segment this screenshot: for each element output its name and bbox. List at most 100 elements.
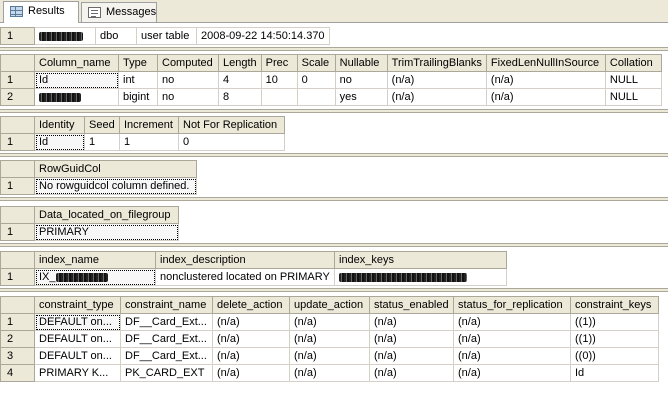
result-separator[interactable] [0,288,668,292]
prec-cell[interactable]: 10 [260,71,298,89]
computed-cell[interactable]: no [157,71,219,89]
status-for-replication-cell[interactable]: (n/a) [453,330,571,348]
status-for-replication-cell[interactable]: (n/a) [453,364,571,382]
increment-cell[interactable]: 1 [119,133,179,151]
result-set-indexes[interactable]: index_name index_description index_keys … [0,251,507,286]
column-name-cell[interactable] [34,88,119,106]
update-action-cell[interactable]: (n/a) [289,330,370,348]
row-number[interactable]: 2 [0,330,35,348]
result-set-identity[interactable]: Identity Seed Increment Not For Replicat… [0,116,285,151]
corner-header[interactable] [0,206,35,224]
col-header-status-for-replication[interactable]: status_for_replication [453,296,571,314]
index-description-cell[interactable]: nonclustered located on PRIMARY [155,268,335,286]
col-header-constraint-type[interactable]: constraint_type [34,296,121,314]
constraint-keys-cell[interactable]: ((1)) [570,313,659,331]
table-row[interactable]: 4 PRIMARY K... PK_CARD_EXT (n/a) (n/a) (… [0,364,659,382]
col-header-index-keys[interactable]: index_keys [334,251,507,269]
index-keys-cell[interactable] [334,268,507,286]
computed-cell[interactable]: no [157,88,219,106]
row-number[interactable]: 1 [0,177,35,195]
col-header-fixed-len-null[interactable]: FixedLenNullInSource [485,54,606,72]
constraint-keys-cell[interactable]: Id [570,364,659,382]
result-set-rowguidcol[interactable]: RowGuidCol 1 No rowguidcol column define… [0,160,197,195]
row-number[interactable]: 1 [0,223,35,241]
corner-header[interactable] [0,251,35,269]
fixed-cell[interactable]: (n/a) [485,88,606,106]
constraint-type-cell[interactable]: DEFAULT on... [34,313,121,331]
type-cell[interactable]: user table [136,27,197,45]
trim-cell[interactable]: (n/a) [386,71,487,89]
col-header-rowguidcol[interactable]: RowGuidCol [34,160,197,178]
scale-cell[interactable] [296,88,336,106]
seed-cell[interactable]: 1 [84,133,120,151]
constraint-type-cell[interactable]: DEFAULT on... [34,347,121,365]
status-for-replication-cell[interactable]: (n/a) [453,313,571,331]
constraint-type-cell[interactable]: PRIMARY K... [34,364,121,382]
corner-header[interactable] [0,54,35,72]
update-action-cell[interactable]: (n/a) [289,313,370,331]
table-row[interactable]: 1 PRIMARY [0,223,179,241]
index-name-cell[interactable]: IX_ [34,268,156,286]
update-action-cell[interactable]: (n/a) [289,347,370,365]
table-row[interactable]: 1 dbo user table 2008-09-22 14:50:14.370 [0,27,330,45]
object-name-cell[interactable] [34,27,96,45]
owner-cell[interactable]: dbo [95,27,137,45]
tab-messages[interactable]: Messages [81,2,157,22]
col-header-index-description[interactable]: index_description [155,251,335,269]
result-separator[interactable] [0,47,668,51]
constraint-keys-cell[interactable]: ((1)) [570,330,659,348]
row-number[interactable]: 1 [0,268,35,286]
identity-cell[interactable]: Id [34,133,85,151]
result-separator[interactable] [0,109,668,113]
created-datetime-cell[interactable]: 2008-09-22 14:50:14.370 [196,27,330,45]
rowguidcol-cell[interactable]: No rowguidcol column defined. [34,177,197,195]
status-enabled-cell[interactable]: (n/a) [369,313,454,331]
nullable-cell[interactable]: yes [334,88,388,106]
delete-action-cell[interactable]: (n/a) [212,313,290,331]
col-header-delete-action[interactable]: delete_action [212,296,290,314]
col-header-status-enabled[interactable]: status_enabled [369,296,454,314]
row-number[interactable]: 1 [0,313,35,331]
col-header-column-name[interactable]: Column_name [34,54,119,72]
result-separator[interactable] [0,243,668,247]
corner-header[interactable] [0,296,35,314]
type-cell[interactable]: int [118,71,158,89]
col-header-seed[interactable]: Seed [84,116,120,134]
table-row[interactable]: 1 IX_ nonclustered located on PRIMARY [0,268,507,286]
col-header-length[interactable]: Length [218,54,262,72]
col-header-not-for-replication[interactable]: Not For Replication [178,116,285,134]
row-number[interactable]: 1 [0,27,35,45]
result-set-constraints[interactable]: constraint_type constraint_name delete_a… [0,296,659,382]
col-header-prec[interactable]: Prec [260,54,298,72]
scale-cell[interactable]: 0 [296,71,336,89]
collation-cell[interactable]: NULL [604,88,662,106]
corner-header[interactable] [0,116,35,134]
result-separator[interactable] [0,153,668,157]
col-header-update-action[interactable]: update_action [289,296,370,314]
update-action-cell[interactable]: (n/a) [289,364,370,382]
result-set-columns[interactable]: Column_name Type Computed Length Prec Sc… [0,54,662,106]
table-row[interactable]: 2 bigint no 8 yes (n/a) (n/a) NULL [0,88,662,106]
result-separator[interactable] [0,197,668,201]
result-set-filegroup[interactable]: Data_located_on_filegroup 1 PRIMARY [0,206,179,241]
table-row[interactable]: 1 No rowguidcol column defined. [0,177,197,195]
constraint-keys-cell[interactable]: ((0)) [570,347,659,365]
row-number[interactable]: 1 [0,133,35,151]
status-for-replication-cell[interactable]: (n/a) [453,347,571,365]
col-header-data-located-on-filegroup[interactable]: Data_located_on_filegroup [34,206,179,224]
constraint-name-cell[interactable]: PK_CARD_EXT [120,364,213,382]
trim-cell[interactable]: (n/a) [386,88,487,106]
col-header-constraint-name[interactable]: constraint_name [120,296,213,314]
tab-results[interactable]: Results [3,1,79,23]
delete-action-cell[interactable]: (n/a) [212,330,290,348]
delete-action-cell[interactable]: (n/a) [212,347,290,365]
status-enabled-cell[interactable]: (n/a) [369,330,454,348]
col-header-nullable[interactable]: Nullable [334,54,388,72]
col-header-trim-trailing-blanks[interactable]: TrimTrailingBlanks [386,54,487,72]
table-row[interactable]: 3 DEFAULT on... DF__Card_Ext... (n/a) (n… [0,347,659,365]
col-header-scale[interactable]: Scale [296,54,336,72]
result-set-object-info[interactable]: 1 dbo user table 2008-09-22 14:50:14.370 [0,27,330,45]
prec-cell[interactable] [260,88,298,106]
constraint-name-cell[interactable]: DF__Card_Ext... [120,347,213,365]
not-for-replication-cell[interactable]: 0 [178,133,285,151]
